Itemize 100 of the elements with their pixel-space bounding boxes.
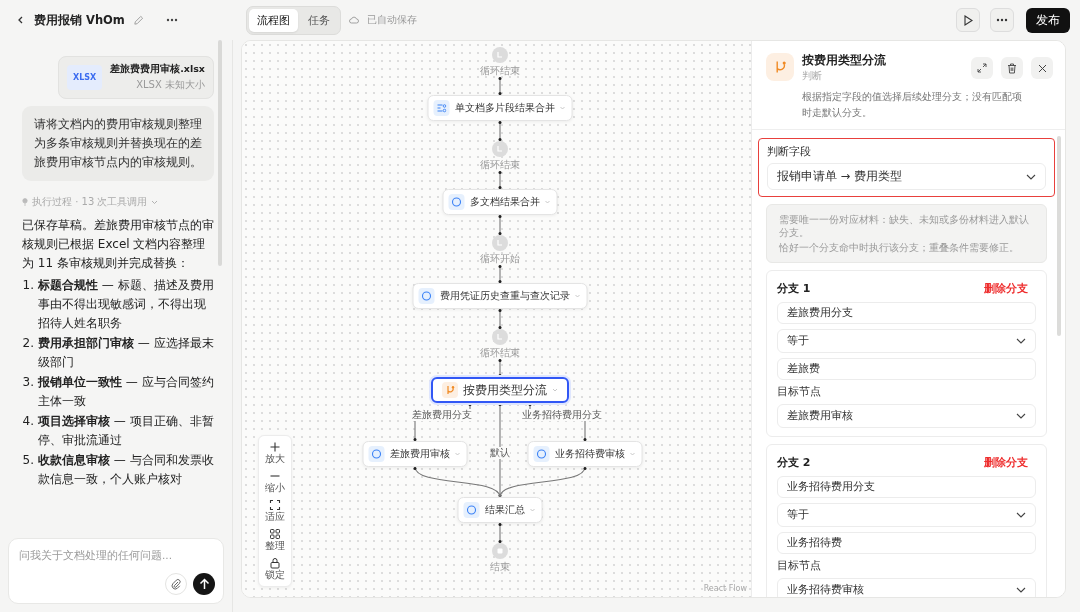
send-button[interactable] [193,573,215,595]
edge-label: 差旅费用分支 [412,409,472,421]
delete-button[interactable] [1001,57,1023,79]
list-number: 3. [22,374,34,391]
loop-node-icon[interactable] [492,47,508,63]
list-item-text: 费用承担部门审核 — 应选择最末级部门 [38,335,214,371]
pin-icon [22,198,28,206]
flow-edge [498,120,502,142]
list-number: 5. [22,452,34,469]
flow-edge [498,358,502,378]
list-item-text: 项目选择审核 — 项目正确、非暂停、审批流通过 [38,413,214,449]
flow-node[interactable]: 结果汇总 [457,497,543,523]
circle-icon [421,291,432,301]
flow-node[interactable]: 单文档多片段结果合并 [427,95,573,121]
more-button[interactable] [990,8,1014,32]
branch-name-field[interactable]: 差旅费用分支 [777,302,1036,324]
match-value-field[interactable]: 业务招待费 [777,532,1036,554]
node-description: 根据指定字段的值选择后续处理分支；没有匹配项时走默认分支。 [802,90,1022,120]
run-button[interactable] [956,8,980,32]
edge-label: 业务招待费用分支 [522,409,602,421]
canvas-control-button[interactable]: 锁定 [261,556,289,582]
list-item-text: 报销单位一致性 — 应与合同签约主体一致 [38,374,214,410]
save-status: 已自动保存 [367,13,417,27]
expand-button[interactable] [971,57,993,79]
scrollbar[interactable] [1057,136,1061,336]
flow-node[interactable]: 费用凭证历史查重与查次记录 [412,283,588,309]
list-number: 2. [22,335,34,352]
node-label: 结束 [490,561,510,573]
attach-button[interactable] [165,573,187,595]
list-item-text: 收款信息审核 — 与合同和发票收款信息一致，个人账户核对 [38,452,214,488]
chevron-down-icon[interactable] [151,199,159,205]
node-label: 循环开始 [480,253,520,265]
arrow-up-icon [198,578,210,590]
flow-node[interactable]: 差旅费用审核 [362,441,468,467]
close-button[interactable] [1031,57,1053,79]
list-number: 4. [22,413,34,430]
field-select[interactable]: 报销申请单 → 费用类型 [767,163,1046,190]
canvas-control-button[interactable]: 缩小 [261,469,289,495]
node-type: 判断 [802,69,823,83]
node-label: 循环结束 [480,159,520,171]
list-icon [436,103,447,113]
chevron-down-icon [1016,587,1026,593]
panel-title: 按费用类型分流 [802,53,886,68]
flow-edge [498,76,502,96]
pencil-icon[interactable] [132,14,144,26]
expand-icon [977,63,987,73]
target-node-select[interactable]: 差旅费用审核 [777,404,1036,428]
canvas-control-button[interactable]: 放大 [261,440,289,466]
more-icon[interactable] [165,18,178,22]
publish-button[interactable]: 发布 [1026,7,1070,33]
field-label: 判断字段 [767,145,812,159]
circle-icon [536,449,547,459]
flow-node[interactable]: 按费用类型分流 [431,377,569,403]
chevron-down-icon [1016,512,1026,518]
edge-label: 默认 [490,447,510,459]
loop-node-icon[interactable] [492,235,508,251]
cloud-icon [349,16,359,24]
attachment-card[interactable]: XLSX 差旅费费用审核.xlsx XLSX 未知大小 [58,56,214,99]
assistant-message: 已保存草稿。差旅费用审核节点的审核规则已根据 Excel 文档内容整理为 11 条审核规则并完成替换： [22,217,214,272]
document-title: 费用报销 VhOm [34,12,125,28]
arrange-icon [269,528,281,540]
canvas-control-button[interactable]: 适应 [261,498,289,524]
file-type-badge: XLSX [67,65,103,90]
zoom-in-icon [269,441,281,453]
branch-icon [445,385,455,395]
flow-node[interactable]: 业务招待费审核 [527,441,643,467]
delete-branch-link[interactable]: 删除分支 [984,455,1036,470]
chevron-down-icon [1016,338,1026,344]
list-number: 1. [22,277,34,294]
chevron-down-icon [1026,173,1036,180]
play-icon [963,14,973,26]
circle-icon [371,449,382,459]
loop-node-icon[interactable] [492,141,508,157]
branch-title: 分支 2 [777,455,811,470]
field-label: 目标节点 [777,385,822,399]
caret-icon [552,388,558,392]
chat-input[interactable]: 问我关于文档处理的任何问题... [17,547,215,563]
paperclip-icon [171,578,181,590]
flow-node[interactable]: 多文档结果合并 [442,189,558,215]
target-node-select[interactable]: 业务招待费审核 [777,578,1036,597]
operator-select[interactable]: 等于 [777,329,1036,353]
flow-canvas[interactable]: 差旅费用分支 默认 业务招待费用分支 循环结束 单文档多片段结果合并 循环结束 多文档结果合并 循环开始 费用凭证历史查重与查次记录 循环结束 按费用类型分流 差旅费用审核 业务招待费审核 结果汇总 结束 放大 缩小 适应 整理 锁定 React Flow [242,41,751,597]
branch-name-field[interactable]: 业务招待费用分支 [777,476,1036,498]
node-label: 循环结束 [480,347,520,359]
file-name: 差旅费费用审核.xlsx [110,63,205,76]
canvas-control-button[interactable]: 整理 [261,527,289,553]
view-tab[interactable]: 流程图 [249,8,298,32]
view-tab[interactable]: 任务 [300,8,338,32]
delete-branch-link[interactable]: 删除分支 [984,281,1036,296]
trash-icon [1007,62,1017,74]
loop-node-icon[interactable] [492,329,508,345]
field-label: 目标节点 [777,559,822,573]
chevron-down-icon [1016,413,1026,419]
match-value-field[interactable]: 差旅费 [777,358,1036,380]
fit-icon [269,499,281,511]
node-label: 循环结束 [480,65,520,77]
lock-icon [269,557,281,569]
list-item-text: 标题合规性 — 标题、描述及费用事由不得出现敏感词，不得出现招待人姓名职务 [38,277,214,332]
end-node-icon[interactable] [492,543,508,559]
operator-select[interactable]: 等于 [777,503,1036,527]
